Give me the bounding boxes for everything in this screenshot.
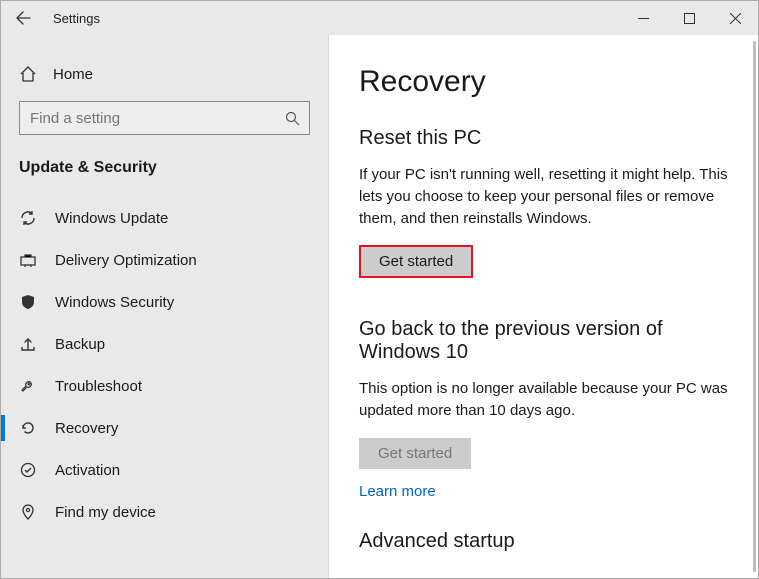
section-reset-this-pc: Reset this PC If your PC isn't running w… — [359, 127, 728, 278]
section-advanced-startup: Advanced startup — [359, 530, 728, 553]
titlebar: Settings — [1, 1, 758, 35]
section-title: Reset this PC — [359, 127, 728, 150]
learn-more-link[interactable]: Learn more — [359, 483, 436, 500]
find-icon — [19, 503, 37, 521]
sidebar-item-label: Windows Update — [55, 210, 168, 227]
settings-window: Settings Home — [0, 0, 759, 579]
delivery-icon — [19, 251, 37, 269]
page-title: Recovery — [359, 65, 728, 99]
sidebar-item-recovery[interactable]: Recovery — [1, 407, 328, 449]
section-body: This option is no longer available becau… — [359, 378, 728, 422]
reset-get-started-button[interactable]: Get started — [359, 245, 473, 278]
sidebar-item-label: Windows Security — [55, 294, 174, 311]
sidebar-item-windows-security[interactable]: Windows Security — [1, 281, 328, 323]
recovery-icon — [19, 419, 37, 437]
content-pane: Recovery Reset this PC If your PC isn't … — [329, 35, 758, 578]
nav-list: Windows Update Delivery Optimization Win… — [1, 197, 328, 578]
section-title: Advanced startup — [359, 530, 728, 553]
sidebar-item-label: Recovery — [55, 420, 118, 437]
scrollbar[interactable] — [753, 41, 756, 572]
minimize-button[interactable] — [620, 1, 666, 35]
search-icon — [275, 111, 309, 126]
sidebar-item-label: Delivery Optimization — [55, 252, 197, 269]
sidebar-item-label: Activation — [55, 462, 120, 479]
home-nav[interactable]: Home — [1, 57, 328, 91]
sidebar-item-find-my-device[interactable]: Find my device — [1, 491, 328, 533]
window-title: Settings — [45, 11, 100, 26]
sync-icon — [19, 209, 37, 227]
section-title: Go back to the previous version of Windo… — [359, 318, 728, 364]
sidebar-item-activation[interactable]: Activation — [1, 449, 328, 491]
backup-icon — [19, 335, 37, 353]
category-heading: Update & Security — [1, 145, 328, 187]
sidebar-item-backup[interactable]: Backup — [1, 323, 328, 365]
home-label: Home — [53, 66, 93, 83]
troubleshoot-icon — [19, 377, 37, 395]
sidebar-item-delivery-optimization[interactable]: Delivery Optimization — [1, 239, 328, 281]
maximize-icon — [684, 13, 695, 24]
section-body: If your PC isn't running well, resetting… — [359, 164, 728, 229]
close-icon — [730, 13, 741, 24]
activation-icon — [19, 461, 37, 479]
home-icon — [19, 65, 37, 83]
search-box[interactable] — [19, 101, 310, 135]
section-go-back: Go back to the previous version of Windo… — [359, 318, 728, 500]
minimize-icon — [638, 13, 649, 24]
maximize-button[interactable] — [666, 1, 712, 35]
shield-icon — [19, 293, 37, 311]
goback-get-started-button: Get started — [359, 438, 471, 469]
sidebar-item-label: Backup — [55, 336, 105, 353]
back-button[interactable] — [1, 1, 45, 35]
back-arrow-icon — [15, 10, 31, 26]
sidebar-item-troubleshoot[interactable]: Troubleshoot — [1, 365, 328, 407]
sidebar: Home Update & Security Windows Update — [1, 35, 329, 578]
sidebar-item-label: Troubleshoot — [55, 378, 142, 395]
sidebar-item-windows-update[interactable]: Windows Update — [1, 197, 328, 239]
close-button[interactable] — [712, 1, 758, 35]
sidebar-item-label: Find my device — [55, 504, 156, 521]
search-input[interactable] — [20, 110, 275, 127]
